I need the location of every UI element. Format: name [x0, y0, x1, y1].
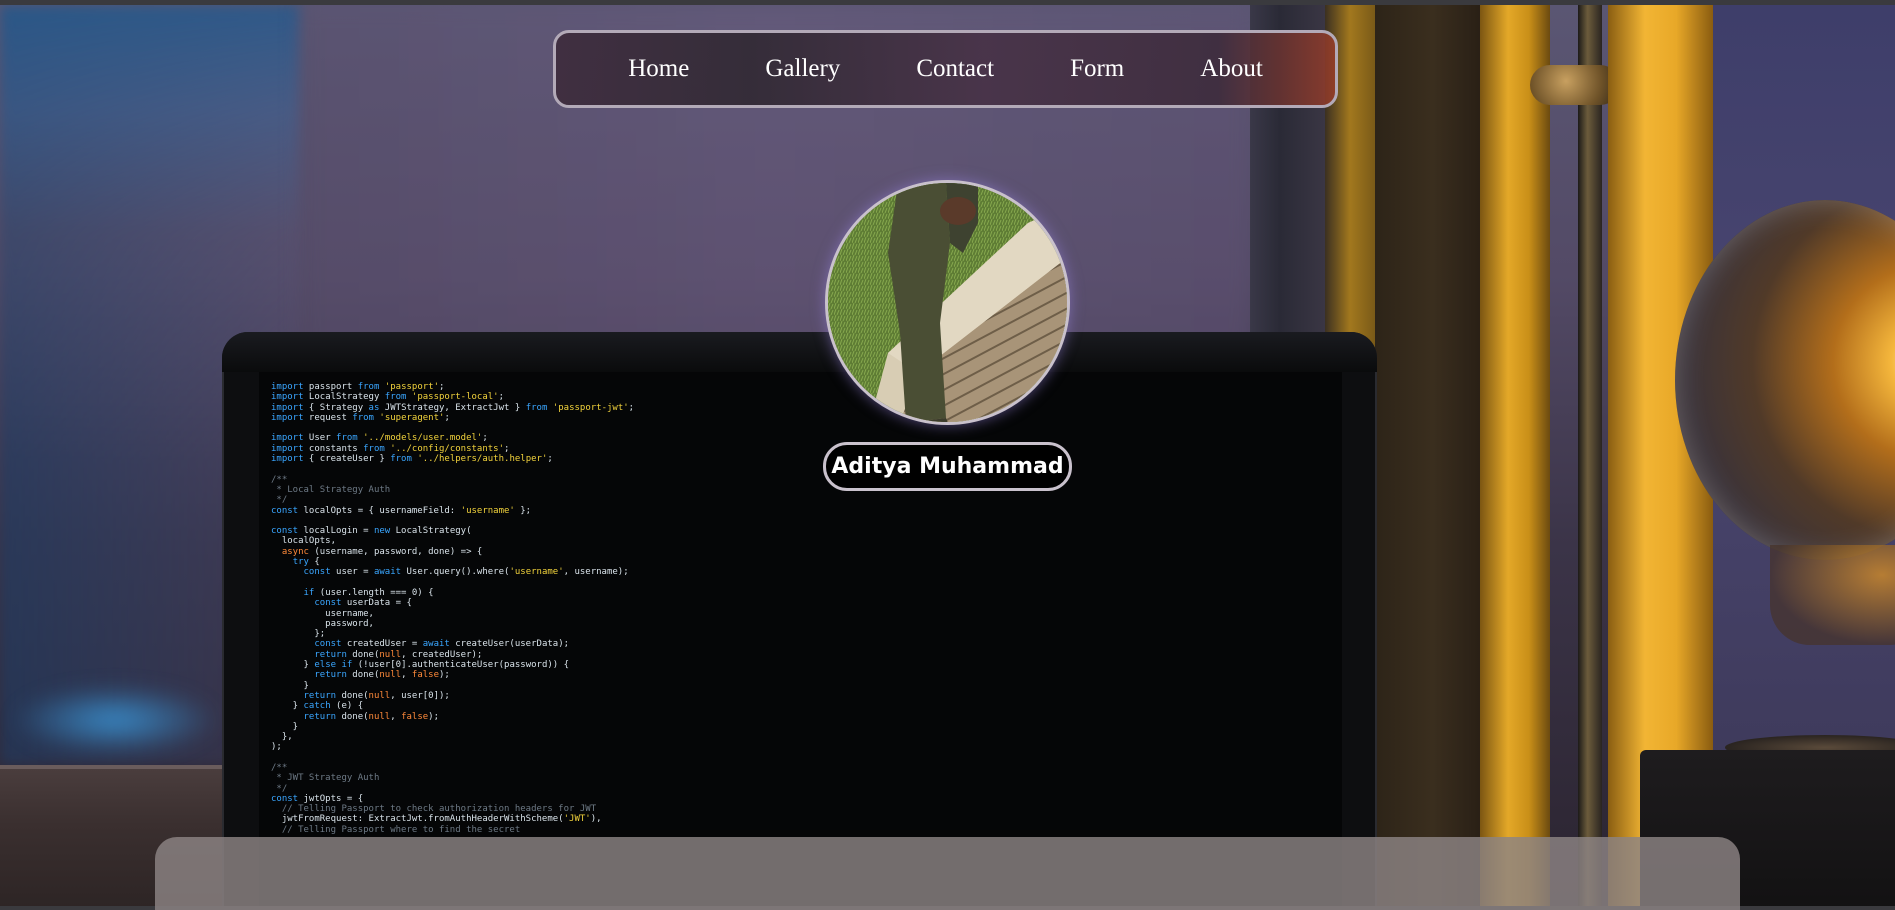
content-card: [155, 837, 1740, 910]
laptop-bezel: [222, 332, 1377, 372]
code-line: * Local Strategy Auth: [271, 484, 391, 495]
code-line: import request from 'superagent';: [271, 412, 450, 423]
nav-gallery-link[interactable]: Gallery: [727, 55, 878, 83]
page: import passport from 'passport'; import …: [0, 0, 1895, 910]
main-nav: Home Gallery Contact Form About: [553, 30, 1338, 108]
code-line: // Telling Passport to check authorizati…: [271, 804, 597, 815]
code-line: username,: [271, 608, 374, 619]
code-line: },: [271, 732, 293, 743]
code-line: */: [271, 495, 288, 506]
code-line: jwtFromRequest: ExtractJwt.fromAuthHeade…: [271, 814, 602, 825]
code-line: try {: [292, 557, 320, 568]
code-line: return done(null, createdUser);: [314, 649, 483, 660]
nav-home-link[interactable]: Home: [590, 55, 727, 83]
code-line: async (username, password, done) => {: [281, 546, 483, 557]
profile-avatar: [825, 180, 1070, 425]
code-line: } catch (e) {: [271, 701, 364, 712]
code-line: return done(null, false);: [314, 670, 450, 681]
code-line: const localLogin = new LocalStrategy(: [271, 526, 472, 537]
code-line: import User from '../models/user.model';: [271, 433, 488, 444]
code-line: const jwtOpts = {: [271, 793, 364, 804]
background-sill-edge: [0, 765, 240, 769]
nav-about-link[interactable]: About: [1162, 55, 1301, 83]
background-latch-knob: [1530, 65, 1620, 105]
profile-name: Aditya Muhammad: [823, 442, 1072, 491]
laptop-screen: import passport from 'passport'; import …: [259, 372, 1342, 906]
laptop-image: import passport from 'passport'; import …: [222, 332, 1377, 906]
nav-contact-link[interactable]: Contact: [878, 55, 1032, 83]
code-line: import { Strategy as JWTStrategy, Extrac…: [271, 402, 635, 413]
code-line: const user = await User.query().where('u…: [303, 567, 629, 578]
code-line: import LocalStrategy from 'passport-loca…: [271, 392, 505, 403]
avatar-photo: [828, 183, 1067, 422]
code-line: if (user.length === 0) {: [303, 587, 434, 598]
code-listing: import passport from 'passport'; import …: [271, 382, 634, 835]
code-line: // Telling Passport where to find the se…: [271, 824, 521, 835]
background-frame-shadow: [1375, 5, 1490, 906]
code-line: const userData = {: [314, 598, 412, 609]
code-line: /**: [271, 762, 288, 773]
code-line: localOpts,: [271, 536, 337, 547]
nav-form-link[interactable]: Form: [1032, 55, 1162, 83]
code-line: import constants from '../config/constan…: [271, 443, 510, 454]
code-line: }: [271, 721, 299, 732]
code-line: */: [271, 783, 288, 794]
code-line: import passport from 'passport';: [271, 382, 445, 392]
code-line: } else if (!user[0].authenticateUser(pas…: [271, 660, 570, 671]
code-line: const createdUser = await createUser(use…: [314, 639, 570, 650]
code-line: import { createUser } from '../helpers/a…: [271, 454, 553, 465]
code-line: return done(null, user[0]);: [303, 690, 450, 701]
light-bulb-neck: [1770, 545, 1895, 645]
code-line: /**: [271, 474, 288, 485]
code-line: );: [271, 742, 282, 753]
code-line: }: [271, 680, 309, 691]
code-line: return done(null, false);: [303, 711, 440, 722]
code-line: const localOpts = { usernameField: 'user…: [271, 505, 532, 516]
code-line: password,: [271, 618, 374, 629]
code-line: * JWT Strategy Auth: [271, 773, 380, 784]
background-window-glow: [10, 685, 220, 755]
window-top-edge: [0, 0, 1895, 5]
background-latch-rod: [1578, 5, 1602, 906]
code-line: };: [271, 629, 326, 640]
background-frame-lit: [1480, 5, 1550, 906]
